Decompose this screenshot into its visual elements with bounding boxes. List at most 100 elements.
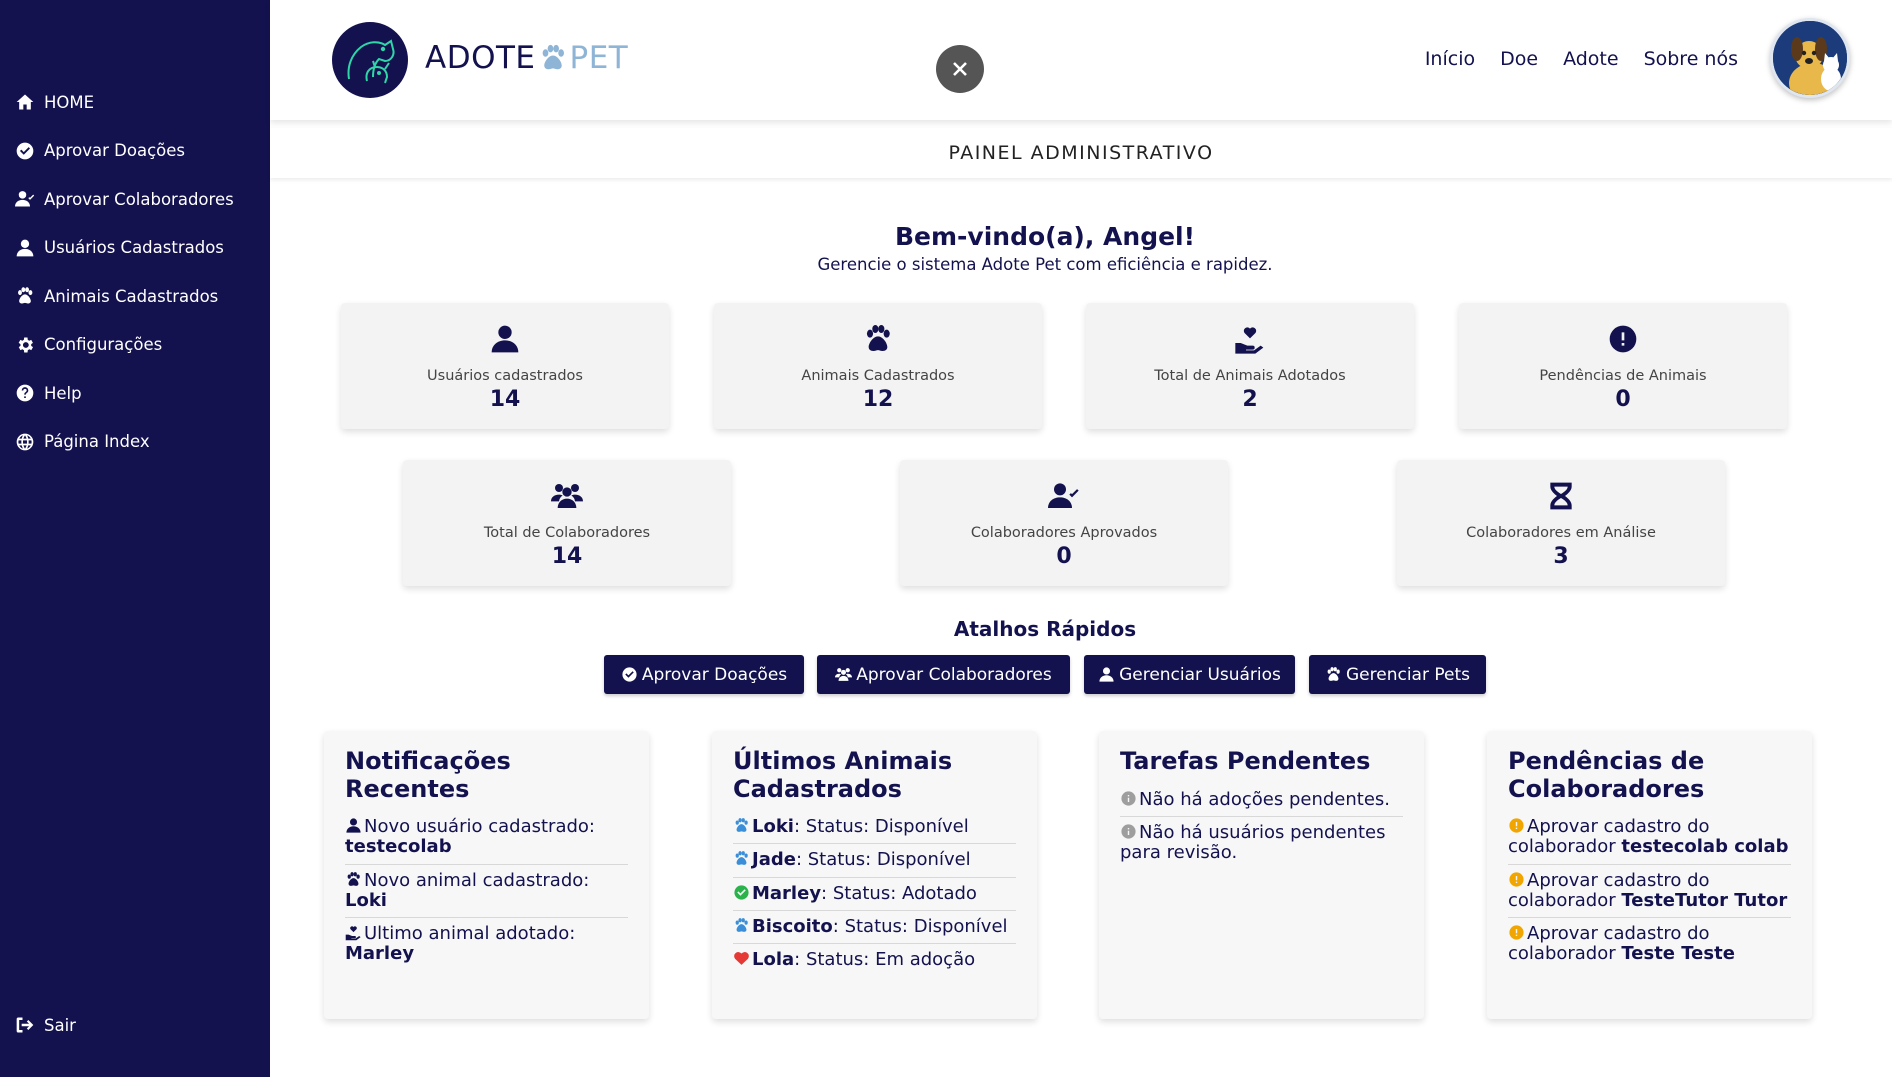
list-item: Ultimo animal adotado: Marley: [345, 922, 576, 964]
check-circle-icon: [621, 666, 638, 683]
stat-label: Animais Cadastrados: [801, 368, 955, 384]
sidebar-item-home[interactable]: HOME: [0, 78, 270, 127]
sidebar-item-configuracoes[interactable]: Configurações: [0, 321, 270, 370]
sidebar-nav: HOME Aprovar Doações Aprovar Colaborador…: [0, 78, 270, 466]
user-check-icon: [15, 189, 35, 209]
shortcut-label: Aprovar Doações: [641, 664, 788, 685]
panel-title-bar: PAINEL ADMINISTRATIVO: [270, 128, 1892, 178]
info-icon: [1120, 823, 1137, 840]
users-icon: [835, 666, 852, 683]
nav-doe[interactable]: Doe: [1500, 48, 1538, 70]
stat-value: 12: [862, 387, 894, 412]
paw-icon: [1325, 666, 1342, 683]
stat-card-animais: Animais Cadastrados 12: [714, 303, 1042, 429]
stat-card-colaboradores-analise: Colaboradores em Análise 3: [1397, 460, 1725, 586]
check-circle-icon: [15, 141, 35, 161]
sidebar-item-sair[interactable]: Sair: [0, 1001, 76, 1050]
stat-card-usuarios: Usuários cadastrados 14: [341, 303, 669, 429]
logo-wordmark[interactable]: ADOTE PET: [425, 40, 628, 76]
sidebar-item-label: Configurações: [44, 335, 163, 355]
sidebar-item-label: Aprovar Colaboradores: [44, 189, 234, 209]
list-item: Não há usuários pendentes para revisão.: [1120, 821, 1386, 863]
list-item: Biscoito: Status: Disponível: [733, 911, 1016, 944]
list-item: Loki: Status: Disponível: [733, 811, 1016, 845]
warning-icon: [1508, 871, 1525, 888]
stat-label: Colaboradores Aprovados: [970, 525, 1158, 541]
user-icon: [345, 817, 362, 834]
card-title: Notificações Recentes: [345, 747, 511, 803]
stat-value: 3: [1553, 544, 1569, 569]
avatar[interactable]: [1770, 18, 1850, 98]
sidebar-item-aprovar-colaboradores[interactable]: Aprovar Colaboradores: [0, 175, 270, 224]
home-icon: [15, 92, 35, 112]
paw-icon: [15, 286, 35, 306]
list-item: Jade: Status: Disponível: [733, 844, 1016, 878]
list-item: Aprovar cadastro do colaborador Teste Te…: [1508, 922, 1735, 964]
paw-icon: [538, 43, 568, 73]
nav-inicio[interactable]: Início: [1425, 48, 1475, 70]
stat-value: 14: [551, 544, 583, 569]
card-title: Pendências de Colaboradores: [1508, 747, 1705, 803]
sidebar-item-label: Help: [44, 383, 82, 403]
sidebar-item-label: Sair: [44, 1015, 76, 1035]
nav-adote[interactable]: Adote: [1563, 48, 1619, 70]
card-title: Tarefas Pendentes: [1120, 747, 1371, 775]
sidebar-item-aprovar-doacoes[interactable]: Aprovar Doações: [0, 127, 270, 176]
shortcut-aprovar-doacoes-button[interactable]: Aprovar Doações: [604, 655, 804, 694]
stat-card-pendencias: Pendências de Animais 0: [1459, 303, 1787, 429]
shortcut-label: Gerenciar Pets: [1346, 664, 1470, 685]
sidebar-item-pagina-index[interactable]: Página Index: [0, 418, 270, 467]
user-icon: [489, 323, 521, 355]
stat-label: Total de Colaboradores: [483, 525, 651, 541]
gear-icon: [15, 335, 35, 355]
globe-icon: [15, 432, 35, 452]
stat-card-colaboradores: Total de Colaboradores 14: [403, 460, 731, 586]
stat-label: Total de Animais Adotados: [1154, 368, 1346, 384]
paw-icon: [862, 323, 894, 355]
shortcut-label: Gerenciar Usuários: [1119, 664, 1281, 685]
hourglass-icon: [1545, 480, 1577, 512]
sidebar-item-usuarios-cadastrados[interactable]: Usuários Cadastrados: [0, 224, 270, 273]
logout-icon: [15, 1015, 35, 1035]
stat-value: 14: [489, 387, 521, 412]
logo-adote: ADOTE: [425, 40, 536, 76]
stat-label: Colaboradores em Análise: [1466, 525, 1656, 541]
warning-icon: [1508, 924, 1525, 941]
shortcut-gerenciar-pets-button[interactable]: Gerenciar Pets: [1309, 655, 1486, 694]
list-item: Novo usuário cadastrado: testecolab: [345, 811, 628, 865]
info-icon: [1120, 790, 1137, 807]
stat-card-adotados: Total de Animais Adotados 2: [1086, 303, 1414, 429]
paw-icon: [733, 917, 750, 934]
sidebar-item-help[interactable]: Help: [0, 369, 270, 418]
sidebar-item-label: Usuários Cadastrados: [44, 238, 224, 258]
users-icon: [551, 480, 583, 512]
stat-label: Usuários cadastrados: [427, 368, 583, 384]
close-button[interactable]: [936, 45, 984, 93]
question-circle-icon: [15, 383, 35, 403]
list-item: Aprovar cadastro do colaborador TesteTut…: [1508, 865, 1791, 918]
list-item: Novo animal cadastrado: Loki: [345, 865, 628, 918]
top-nav: Início Doe Adote Sobre nós: [1425, 48, 1738, 70]
nav-sobre-nos[interactable]: Sobre nós: [1644, 48, 1738, 70]
close-icon: [953, 62, 967, 76]
list-item: Lola: Status: Em adoção: [733, 944, 1016, 976]
sidebar-item-animais-cadastrados[interactable]: Animais Cadastrados: [0, 272, 270, 321]
hand-heart-icon: [1234, 323, 1266, 355]
stat-label: Pendências de Animais: [1539, 368, 1707, 384]
welcome-subtitle: Gerencie o sistema Adote Pet com eficiên…: [817, 255, 1273, 274]
warning-icon: [1508, 817, 1525, 834]
sidebar: HOME Aprovar Doações Aprovar Colaborador…: [0, 0, 270, 1077]
paw-icon: [733, 817, 750, 834]
welcome-title: Bem-vindo(a), Angel!: [894, 222, 1196, 251]
shortcuts-title: Atalhos Rápidos: [953, 617, 1137, 641]
pending-tasks-card: Tarefas Pendentes Não há adoções pendent…: [1099, 731, 1424, 1019]
shortcut-gerenciar-usuarios-button[interactable]: Gerenciar Usuários: [1084, 655, 1295, 694]
user-icon: [15, 238, 35, 258]
logo-dog-cat-icon[interactable]: [332, 22, 408, 98]
shortcut-aprovar-colaboradores-button[interactable]: Aprovar Colaboradores: [817, 655, 1070, 694]
list-item: Não há adoções pendentes.: [1120, 784, 1403, 817]
sidebar-item-label: Aprovar Doações: [44, 141, 186, 161]
stat-value: 2: [1242, 387, 1258, 412]
sidebar-item-label: Página Index: [44, 432, 150, 452]
list-item: Aprovar cadastro do colaborador testecol…: [1508, 811, 1791, 865]
